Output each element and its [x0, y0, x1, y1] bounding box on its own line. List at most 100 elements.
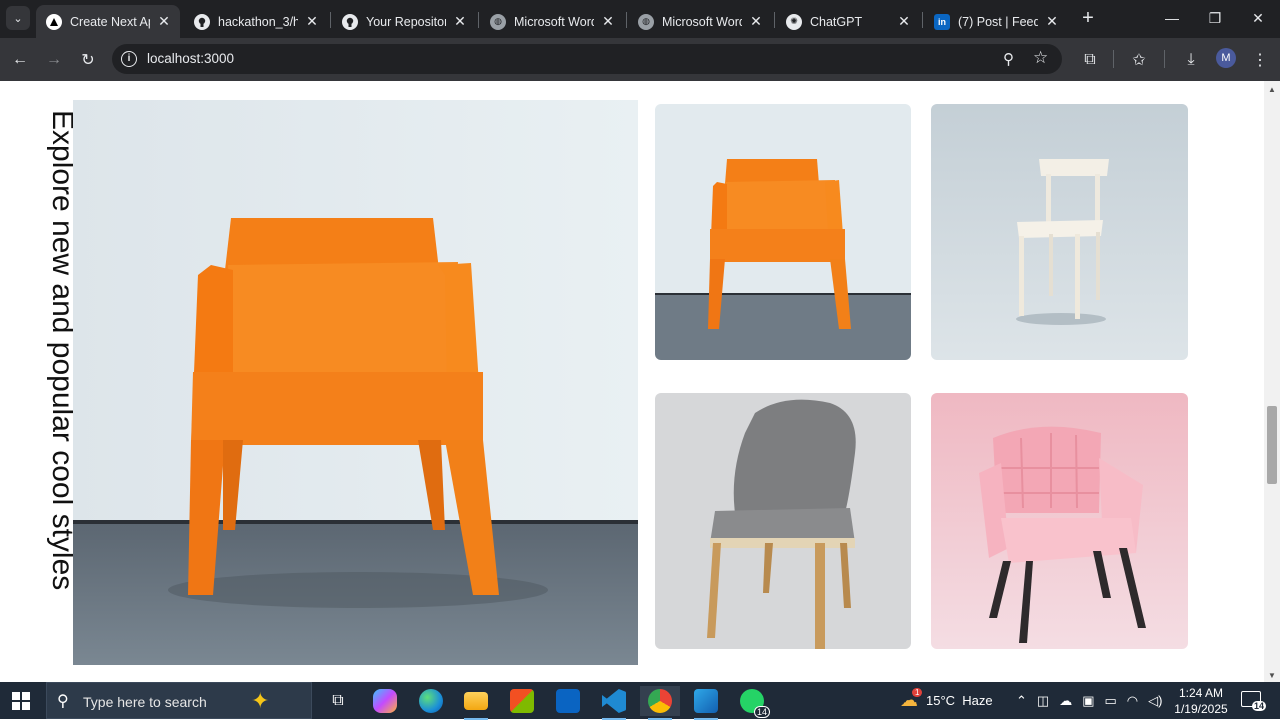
- scrollbar-thumb[interactable]: [1267, 406, 1277, 484]
- file-explorer-app[interactable]: [456, 686, 496, 720]
- tab-title: Your Repositorie: [366, 14, 446, 29]
- copilot-app[interactable]: [365, 686, 405, 716]
- orange-chair-image[interactable]: [655, 104, 911, 360]
- profile-avatar[interactable]: M: [1216, 48, 1236, 68]
- globe-icon: ◍: [638, 13, 654, 30]
- taskbar-clock[interactable]: 1:24 AM 1/19/2025: [1170, 685, 1232, 717]
- hero-chair-image[interactable]: [73, 100, 638, 665]
- taskbar-search[interactable]: ⚲ Type here to search ✦: [46, 682, 312, 719]
- meet-icon[interactable]: ◫: [1037, 693, 1049, 709]
- windows-taskbar: ⚲ Type here to search ✦ ⧉ 14 ☁ 1 15°C Haz…: [0, 682, 1280, 720]
- tab-microsoft-word-2[interactable]: ◍ Microsoft Word ✕: [628, 5, 772, 38]
- tab-title: (7) Post | Feed | L: [958, 14, 1038, 29]
- weather-widget[interactable]: ☁ 1 15°C Haze: [900, 682, 993, 719]
- restore-button[interactable]: ❐: [1195, 4, 1235, 32]
- bookmarks-button[interactable]: ✩: [1126, 47, 1152, 73]
- search-icon: ⚲: [57, 693, 69, 710]
- kebab-menu-icon: ⋮: [1252, 52, 1268, 69]
- tab-title: ChatGPT: [810, 14, 863, 29]
- close-tab-icon[interactable]: ✕: [896, 13, 912, 30]
- tab-separator: [626, 12, 627, 28]
- zoom-icon[interactable]: ⚲: [1003, 50, 1014, 68]
- close-tab-icon[interactable]: ✕: [748, 13, 764, 30]
- page-scrollbar[interactable]: ▲ ▼: [1264, 81, 1280, 682]
- tab-title: Create Next App: [70, 14, 150, 29]
- tab-title: Microsoft Word: [662, 14, 742, 29]
- bookmark-star-icon[interactable]: ☆: [1033, 48, 1048, 68]
- reload-button[interactable]: ↻: [75, 47, 101, 73]
- whatsapp-badge: 14: [753, 706, 770, 718]
- arrow-left-icon: ←: [12, 51, 28, 68]
- edge-app[interactable]: [411, 686, 451, 716]
- chevron-up-icon[interactable]: ⌃: [1016, 693, 1027, 709]
- tab-separator: [774, 12, 775, 28]
- scroll-down-arrow-icon[interactable]: ▼: [1268, 671, 1276, 680]
- tab-search-button[interactable]: ⌄: [6, 6, 30, 30]
- forward-button[interactable]: →: [41, 47, 67, 73]
- speaker-icon[interactable]: ◁): [1148, 693, 1162, 709]
- outlook-icon: [556, 689, 580, 713]
- close-window-button[interactable]: ✕: [1238, 4, 1278, 32]
- whatsapp-app[interactable]: 14: [732, 686, 772, 718]
- tab-title: hackathon_3/ha: [218, 14, 298, 29]
- outlook-app[interactable]: [548, 686, 588, 716]
- tab-separator: [922, 12, 923, 28]
- store-app[interactable]: [502, 686, 542, 716]
- address-bar[interactable]: i localhost:3000 ⚲ ☆: [112, 44, 1062, 74]
- menu-button[interactable]: ⋮: [1247, 47, 1273, 73]
- new-tab-button[interactable]: +: [1078, 8, 1098, 29]
- start-button[interactable]: [12, 692, 30, 710]
- photos-app[interactable]: [686, 686, 726, 720]
- toolbar-separator: [1113, 50, 1114, 68]
- tab-chatgpt[interactable]: ✺ ChatGPT ✕: [776, 5, 920, 38]
- close-tab-icon[interactable]: ✕: [452, 13, 468, 30]
- display-icon[interactable]: ▣: [1082, 693, 1094, 709]
- wifi-icon[interactable]: ◠: [1127, 693, 1138, 709]
- tab-create-next-app[interactable]: Create Next App ✕: [36, 5, 180, 38]
- store-icon: [510, 689, 534, 713]
- chrome-app[interactable]: [640, 686, 680, 720]
- close-tab-icon[interactable]: ✕: [1044, 13, 1060, 30]
- weather-badge: 1: [912, 688, 923, 697]
- white-chair-image[interactable]: [931, 104, 1188, 360]
- vscode-app[interactable]: [594, 686, 634, 720]
- task-view-icon: ⧉: [332, 692, 344, 709]
- scroll-up-arrow-icon[interactable]: ▲: [1268, 85, 1276, 94]
- close-tab-icon[interactable]: ✕: [304, 13, 320, 30]
- weather-icon: ☁ 1: [900, 688, 923, 711]
- pink-chair-image[interactable]: [931, 393, 1188, 649]
- close-tab-icon[interactable]: ✕: [156, 13, 172, 30]
- site-info-icon[interactable]: i: [121, 51, 137, 67]
- github-icon: [194, 13, 210, 30]
- close-tab-icon[interactable]: ✕: [600, 13, 616, 30]
- arrow-right-icon: →: [46, 51, 62, 68]
- tab-your-repositories[interactable]: Your Repositorie ✕: [332, 5, 476, 38]
- browser-tab-strip: ⌄ Create Next App ✕ hackathon_3/ha ✕ You…: [0, 0, 1280, 38]
- minimize-icon: —: [1165, 10, 1179, 26]
- extensions-button[interactable]: ⧉: [1077, 47, 1103, 73]
- tab-microsoft-word-1[interactable]: ◍ Microsoft Word ✕: [480, 5, 624, 38]
- url-text[interactable]: localhost:3000: [147, 51, 234, 66]
- tab-title: Microsoft Word: [514, 14, 594, 29]
- cloud-off-icon[interactable]: ☁: [1059, 693, 1072, 709]
- bookmarks-star-icon: ✩: [1132, 52, 1146, 69]
- browser-toolbar: ← → ↻ i localhost:3000 ⚲ ☆ ⧉ ✩ ⤓ ⋮: [0, 38, 1280, 81]
- notification-count: 14: [1252, 701, 1267, 711]
- vscode-icon: [602, 689, 626, 713]
- battery-icon[interactable]: ▭: [1105, 693, 1117, 709]
- search-placeholder: Type here to search: [83, 694, 207, 710]
- restore-icon: ❐: [1208, 9, 1222, 26]
- chatgpt-icon: ✺: [786, 13, 802, 30]
- weather-text: 15°C Haze: [926, 693, 993, 708]
- back-button[interactable]: ←: [7, 47, 33, 73]
- photos-icon: [694, 689, 718, 713]
- tab-linkedin[interactable]: in (7) Post | Feed | L ✕: [924, 5, 1068, 38]
- task-view-button[interactable]: ⧉: [318, 686, 358, 716]
- system-tray: ⌃ ◫ ☁ ▣ ▭ ◠ ◁): [1016, 682, 1162, 719]
- tab-hackathon[interactable]: hackathon_3/ha ✕: [184, 5, 328, 38]
- close-icon: ✕: [1252, 9, 1264, 26]
- clock-date: 1/19/2025: [1174, 702, 1228, 716]
- downloads-button[interactable]: ⤓: [1178, 47, 1204, 73]
- grey-chair-image[interactable]: [655, 393, 911, 649]
- minimize-button[interactable]: —: [1152, 4, 1192, 32]
